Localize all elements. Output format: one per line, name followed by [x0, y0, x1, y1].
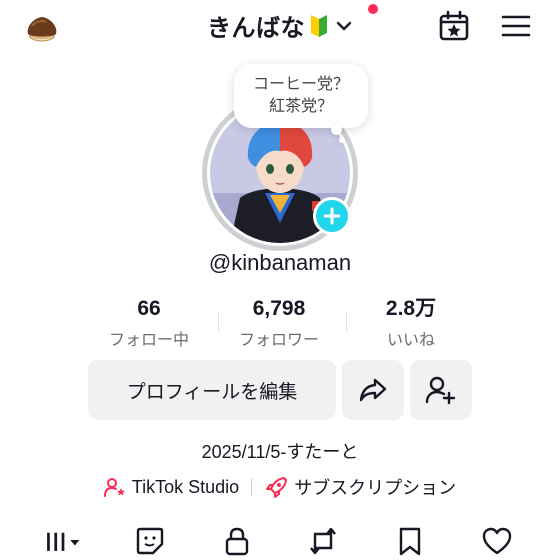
repost-icon: [310, 527, 337, 555]
following-count: 66: [137, 297, 161, 320]
chevron-down-icon[interactable]: [335, 17, 353, 35]
tab-favorites[interactable]: [390, 526, 430, 560]
menu-icon[interactable]: [500, 12, 532, 40]
bubble-line-1: コーヒー党？: [252, 76, 349, 93]
tiktok-studio-link[interactable]: TikTok Studio: [103, 476, 240, 498]
followers-label: フォロワー: [238, 332, 319, 349]
followers-stat[interactable]: 6,798 フォロワー: [214, 296, 344, 350]
grid-icon: [47, 532, 80, 551]
tab-liked[interactable]: [477, 526, 517, 560]
account-switcher[interactable]: きんばな: [0, 8, 560, 43]
profile-tabs: [0, 526, 560, 560]
person-star-icon: [103, 478, 125, 497]
bubble-line-2: 紅茶党？: [268, 98, 333, 115]
following-stat[interactable]: 66 フォロー中: [84, 296, 214, 350]
lock-icon: [225, 527, 248, 556]
subscription-label: サブスクリプション: [294, 478, 457, 498]
add-friend-button[interactable]: [410, 360, 472, 420]
bubble-tail-small: [339, 137, 345, 143]
username: @kinbanaman: [208, 250, 352, 275]
divider: [251, 478, 253, 496]
tab-private[interactable]: [217, 526, 257, 560]
bio-text: 2025/11/5-すたーと: [201, 442, 359, 462]
links-row: TikTok Studio サブスクリプション: [0, 474, 560, 500]
add-user-icon: [425, 376, 456, 405]
likes-stat[interactable]: 2.8万 いいね: [346, 296, 476, 350]
followers-count: 6,798: [252, 297, 306, 320]
following-label: フォロー中: [108, 332, 189, 349]
beginner-mark-icon: [311, 14, 327, 37]
account-name: きんばな: [207, 15, 305, 42]
bubble-tail: [331, 124, 342, 135]
rocket-icon: [266, 477, 288, 498]
share-button[interactable]: [342, 360, 404, 420]
subscription-link[interactable]: サブスクリプション: [264, 474, 456, 500]
calendar-star-icon[interactable]: [438, 10, 470, 42]
tab-reposts[interactable]: [303, 526, 343, 560]
likes-count: 2.8万: [385, 297, 437, 320]
bookmark-icon: [399, 527, 421, 556]
plus-icon: [323, 207, 341, 225]
heart-icon: [482, 527, 511, 555]
tab-stickers[interactable]: [130, 526, 170, 560]
likes-label: いいね: [386, 332, 435, 349]
sticker-icon: [136, 527, 164, 555]
status-bubble[interactable]: コーヒー党？ 紅茶党？: [234, 64, 368, 128]
edit-profile-button[interactable]: プロフィールを編集: [88, 360, 336, 420]
share-icon: [359, 378, 387, 402]
notification-dot: [368, 4, 378, 14]
add-avatar-button[interactable]: [313, 197, 351, 235]
tiktok-studio-label: TikTok Studio: [131, 476, 240, 497]
tab-videos[interactable]: [43, 526, 83, 560]
